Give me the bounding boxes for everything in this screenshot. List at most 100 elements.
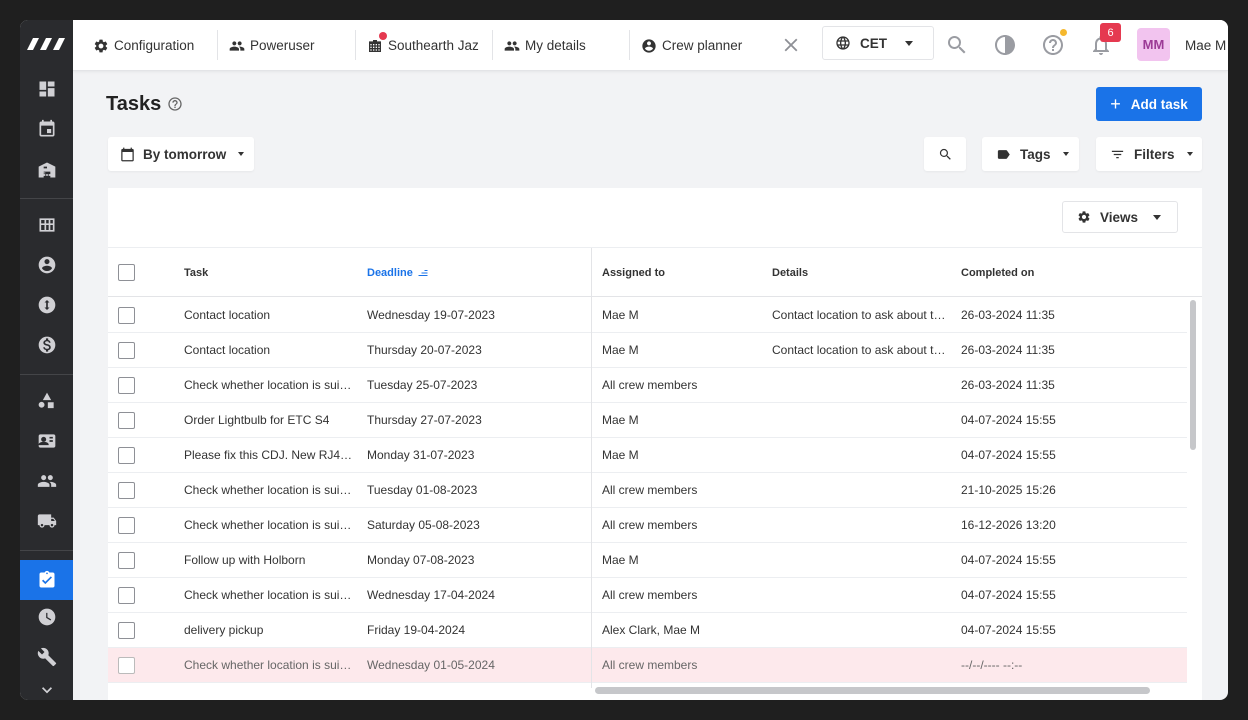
cell-deadline: Wednesday 17-04-2024	[367, 588, 495, 602]
row-checkbox[interactable]	[118, 307, 135, 324]
person-circle-icon	[642, 38, 656, 53]
date-filter-select[interactable]: By tomorrow	[108, 137, 254, 171]
dollar-icon	[38, 336, 55, 354]
cell-details	[772, 648, 948, 682]
row-checkbox[interactable]	[118, 517, 135, 534]
tags-filter-button[interactable]: Tags	[982, 137, 1079, 171]
calendar-icon	[121, 147, 134, 161]
row-checkbox[interactable]	[118, 412, 135, 429]
row-checkbox[interactable]	[118, 482, 135, 499]
plus-icon: +	[1110, 94, 1121, 114]
globe-icon	[836, 36, 850, 50]
chevron-down-icon	[905, 41, 913, 46]
table-row[interactable]: Follow up with Holborn Monday 07-08-2023 M…	[108, 543, 1187, 578]
table-row[interactable]: Check whether location is suitable Wednes…	[108, 578, 1187, 613]
cell-deadline: Wednesday 19-07-2023	[367, 308, 495, 322]
cell-deadline: Thursday 27-07-2023	[367, 413, 482, 427]
tab-my-details[interactable]: My details	[504, 20, 628, 71]
search-icon	[939, 148, 951, 160]
sidebar-item-calendar[interactable]	[20, 110, 73, 148]
sidebar-item-transport[interactable]	[20, 502, 73, 540]
sidebar-scroll-down[interactable]	[20, 678, 73, 700]
help-circle-icon	[1043, 35, 1063, 55]
sidebar-item-maintenance[interactable]	[20, 638, 73, 676]
sort-ascending-icon	[418, 269, 428, 276]
sidebar-item-time[interactable]	[20, 598, 73, 636]
row-checkbox[interactable]	[118, 622, 135, 639]
contrast-icon	[995, 35, 1015, 55]
column-header-completed-on[interactable]: Completed on	[961, 248, 1034, 297]
cell-assigned-to: Mae M	[602, 553, 639, 567]
cell-assigned-to: Mae M	[602, 413, 639, 427]
row-checkbox[interactable]	[118, 657, 135, 674]
column-header-assigned-to[interactable]: Assigned to	[602, 248, 665, 297]
chevron-down-icon	[1186, 152, 1193, 156]
row-checkbox[interactable]	[118, 552, 135, 569]
filters-button[interactable]: Filters	[1096, 137, 1202, 171]
table-row[interactable]: Please fix this CDJ. New RJ45 port neede…	[108, 438, 1187, 473]
cell-deadline: Wednesday 01-05-2024	[367, 658, 495, 672]
select-all-checkbox[interactable]	[118, 264, 135, 281]
table-row[interactable]: Check whether location is suitable Saturd…	[108, 508, 1187, 543]
app-logo-icon[interactable]	[25, 34, 69, 52]
chevron-down-icon	[1062, 152, 1069, 156]
help-circle-icon[interactable]	[167, 96, 183, 112]
table-row[interactable]: Check whether location is suitable Wednes…	[108, 648, 1187, 683]
search-button[interactable]	[945, 33, 969, 57]
dashboard-icon	[39, 81, 54, 97]
cell-completed-on: 04-07-2024 15:55	[961, 413, 1056, 427]
sidebar-item-crew[interactable]	[20, 462, 73, 500]
table-row[interactable]: delivery pickup Friday 19-04-2024 Alex Cla…	[108, 613, 1187, 648]
unread-dot-badge	[379, 32, 387, 40]
user-name[interactable]: Mae M	[1185, 20, 1226, 71]
close-tab-icon[interactable]	[780, 34, 802, 56]
sidebar-item-table[interactable]	[20, 206, 73, 244]
tab-crew-planner[interactable]: Crew planner	[641, 20, 771, 71]
sidebar-item-inventory[interactable]	[20, 382, 73, 420]
table-row[interactable]: Check whether location is suitable Tuesda…	[108, 368, 1187, 403]
table-row[interactable]: Contact location Wednesday 19-07-2023 Mae …	[108, 298, 1187, 333]
tab-configuration[interactable]: Configuration	[93, 20, 217, 71]
column-header-task[interactable]: Task	[184, 248, 208, 297]
cell-task: Check whether location is suitable	[184, 588, 354, 602]
column-header-deadline[interactable]: Deadline	[367, 248, 429, 297]
avatar[interactable]: MM	[1137, 28, 1170, 61]
help-button[interactable]	[1041, 33, 1065, 57]
sidebar-item-dashboard[interactable]	[20, 70, 73, 108]
cell-assigned-to: Mae M	[602, 343, 639, 357]
truck-icon	[37, 514, 56, 528]
cell-deadline: Tuesday 01-08-2023	[367, 483, 478, 497]
vertical-scrollbar[interactable]	[1190, 300, 1196, 450]
timezone-select[interactable]: CET	[822, 26, 934, 60]
cell-completed-on: 26-03-2024 11:35	[961, 378, 1055, 392]
chevron-down-icon	[1153, 215, 1161, 220]
add-task-button[interactable]: + Add task	[1096, 87, 1202, 121]
app-window: Configuration Poweruser Southearth Jazz …	[20, 20, 1228, 700]
table-row[interactable]: Check whether location is suitable Tuesda…	[108, 473, 1187, 508]
theme-toggle-button[interactable]	[993, 33, 1017, 57]
table-row[interactable]: Contact location Thursday 20-07-2023 Mae M…	[108, 333, 1187, 368]
sidebar-item-warehouse[interactable]	[20, 151, 73, 189]
clock-icon	[38, 608, 55, 626]
table-search-button[interactable]	[924, 137, 966, 171]
sidebar-item-tasks[interactable]	[20, 560, 73, 600]
tab-poweruser[interactable]: Poweruser	[229, 20, 354, 71]
table-row[interactable]: Order Lightbulb for ETC S4 Thursday 27-07…	[108, 403, 1187, 438]
cell-task: Check whether location is suitable	[184, 518, 354, 532]
sidebar-item-account[interactable]	[20, 246, 73, 284]
row-checkbox[interactable]	[118, 342, 135, 359]
sidebar-item-sync[interactable]	[20, 286, 73, 324]
horizontal-scrollbar[interactable]	[595, 687, 1150, 694]
cell-task: Contact location	[184, 343, 271, 357]
cell-assigned-to: All crew members	[602, 518, 698, 532]
tab-southearth-jazz[interactable]: Southearth Jazz	[367, 20, 479, 71]
cell-deadline: Thursday 20-07-2023	[367, 343, 482, 357]
column-header-details[interactable]: Details	[772, 248, 808, 297]
row-checkbox[interactable]	[118, 377, 135, 394]
row-checkbox[interactable]	[118, 447, 135, 464]
row-checkbox[interactable]	[118, 587, 135, 604]
sidebar-item-finance[interactable]	[20, 326, 73, 364]
sidebar-item-contacts[interactable]	[20, 422, 73, 460]
cell-details: Contact location to ask about the event	[772, 308, 948, 322]
views-select[interactable]: Views	[1062, 201, 1178, 233]
